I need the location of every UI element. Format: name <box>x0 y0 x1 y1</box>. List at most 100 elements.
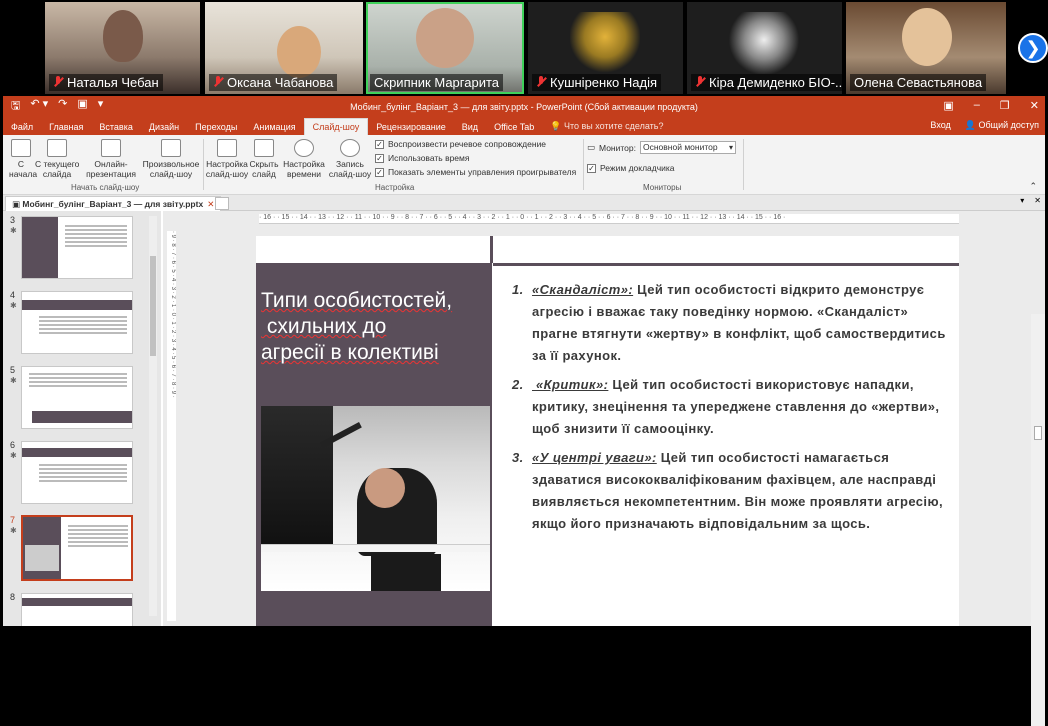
hide-slide-button[interactable]: Скрыть слайд <box>249 139 279 179</box>
checkbox-label: Воспроизвести речевое сопровождение <box>388 139 547 149</box>
custom-slideshow-button[interactable]: Произвольное слайд-шоу <box>141 139 201 179</box>
checkmark-icon: ✓ <box>587 163 596 173</box>
scrollbar-thumb[interactable] <box>150 256 156 356</box>
ribbon-display-options-icon[interactable]: ▣ <box>943 99 953 112</box>
slide-thumbnail[interactable] <box>21 291 133 354</box>
slide-number: 8 <box>10 592 16 602</box>
lightbulb-icon: 💡 <box>550 121 562 131</box>
photo-chair <box>371 554 441 591</box>
play-narrations-checkbox[interactable]: ✓ Воспроизвести речевое сопровождение <box>375 139 546 149</box>
checkbox-label: Использовать время <box>388 153 470 163</box>
powerpoint-window: 🖫 ↶ ▾ ↷ ▣ ▾ Мобинг_булінг_Варіант_3 — дл… <box>3 96 1045 726</box>
ribbon-tabs: Файл Главная Вставка Дизайн Переходы Ани… <box>3 117 1045 135</box>
slide-body-list[interactable]: 1. «Скандаліст»: Цей тип особистості відк… <box>512 279 952 542</box>
ribbon-slideshow: С начала С текущего слайда Онлайн- презе… <box>3 135 1045 195</box>
group-separator <box>743 139 744 190</box>
panel-divider <box>490 236 493 263</box>
tab-slideshow[interactable]: Слайд-шоу <box>303 118 369 135</box>
monitor-dropdown[interactable]: Основной монитор <box>640 141 736 154</box>
setup-slideshow-button[interactable]: Настройка слайд-шоу <box>205 139 249 179</box>
tab-file[interactable]: Файл <box>3 119 41 135</box>
slide-number: 5 <box>10 365 16 375</box>
list-key-term: «У центрі уваги»: <box>532 450 657 465</box>
close-icon[interactable]: ✕ <box>1030 99 1039 112</box>
checkbox-label: Режим докладчика <box>600 163 675 173</box>
record-slideshow-button[interactable]: Запись слайд-шоу <box>325 139 375 179</box>
tab-animations[interactable]: Анимация <box>245 119 303 135</box>
video-strip: Наталья Чебан Оксана Чабанова Скрипник М… <box>0 0 1048 96</box>
thumb-text <box>36 314 130 336</box>
record-icon <box>340 139 360 157</box>
group-separator <box>583 139 584 190</box>
thumbnail-scrollbar[interactable] <box>149 216 157 616</box>
window-title: Мобинг_булінг_Варіант_3 — для звіту.pptx… <box>350 101 698 112</box>
slideshow-current-icon <box>47 139 67 157</box>
thumb-header <box>32 411 132 423</box>
from-current-slide-button[interactable]: С текущего слайда <box>35 139 79 179</box>
slide-thumbnail-selected[interactable] <box>21 515 133 581</box>
video-tile-active-speaker[interactable]: Скрипник Маргарита <box>366 2 524 94</box>
tell-me-box[interactable]: 💡 Что вы хотите сделать? <box>542 118 671 135</box>
slide-number: 4 <box>10 290 16 300</box>
thumb-panel <box>22 217 58 278</box>
group-label: Настройка <box>375 183 415 192</box>
tab-menu-icon[interactable]: ▾ <box>1020 196 1024 205</box>
slide-thumbnail[interactable] <box>21 366 133 429</box>
title-line: схильних до <box>261 315 387 338</box>
participant-face <box>103 10 143 62</box>
presenter-view-checkbox[interactable]: ✓ Режим докладчика <box>587 163 675 173</box>
list-item: 1. «Скандаліст»: Цей тип особистості відк… <box>512 279 952 367</box>
animation-star-icon: ✱ <box>10 526 17 535</box>
video-tile[interactable]: Оксана Чабанова <box>205 2 363 94</box>
collapse-ribbon-icon[interactable]: ⌃ <box>1029 181 1037 192</box>
title-bar: 🖫 ↶ ▾ ↷ ▣ ▾ Мобинг_булінг_Варіант_3 — дл… <box>3 96 1045 117</box>
tab-insert[interactable]: Вставка <box>91 119 140 135</box>
slide-number: 3 <box>10 215 16 225</box>
slide-thumbnail[interactable] <box>21 216 133 279</box>
video-tile[interactable]: Кіра Демиденко БІО-... <box>687 2 842 94</box>
header-rule <box>493 263 959 266</box>
next-participants-button[interactable]: ❯ <box>1018 33 1048 63</box>
tab-design[interactable]: Дизайн <box>141 119 187 135</box>
sign-in-link[interactable]: Вход <box>930 120 950 131</box>
minimize-icon[interactable]: – <box>974 99 980 112</box>
close-all-icon[interactable]: ✕ <box>1034 196 1041 205</box>
participant-name: Наталья Чебан <box>49 74 163 91</box>
tab-office-tab[interactable]: Office Tab <box>486 119 542 135</box>
video-tile[interactable]: Кушніренко Надія <box>528 2 683 94</box>
setup-icon <box>217 139 237 157</box>
monitor-selector: ▭ Монитор: Основной монитор <box>587 141 736 154</box>
group-label: Начать слайд-шоу <box>71 183 140 192</box>
tab-view[interactable]: Вид <box>454 119 486 135</box>
tab-review[interactable]: Рецензирование <box>368 119 454 135</box>
tab-scroll-controls: ▾ ✕ <box>1020 196 1041 205</box>
slide-canvas[interactable]: Типи особистостей, схильних до агресії в… <box>256 236 959 626</box>
video-tile[interactable]: Наталья Чебан <box>45 2 200 94</box>
show-media-controls-checkbox[interactable]: ✓ Показать элементы управления проигрыват… <box>375 167 576 177</box>
tab-transitions[interactable]: Переходы <box>187 119 245 135</box>
participant-name: Кушніренко Надія <box>532 74 662 91</box>
slide-thumbnail[interactable] <box>21 593 133 626</box>
editor-scrollbar[interactable] <box>1031 314 1045 726</box>
list-number: 3. <box>512 450 524 465</box>
from-beginning-button[interactable]: С начала <box>9 139 37 179</box>
document-tab[interactable]: ▣ Мобинг_булінг_Варіант_3 — для звіту.pp… <box>5 196 222 211</box>
share-button[interactable]: 👤 Общий доступ <box>965 120 1039 131</box>
slide-photo[interactable] <box>261 406 490 591</box>
tab-home[interactable]: Главная <box>41 119 91 135</box>
rehearse-timings-button[interactable]: Настройка времени <box>283 139 325 179</box>
slide-title[interactable]: Типи особистостей, схильних до агресії в… <box>261 288 489 366</box>
close-tab-icon[interactable]: ✕ <box>207 199 214 209</box>
presentation-icon: ▣ <box>12 199 21 209</box>
animation-star-icon: ✱ <box>10 376 17 385</box>
maximize-icon[interactable]: ❐ <box>1000 99 1010 112</box>
horizontal-ruler: · 16 · · 15 · · 14 · · 13 · · 12 · · 11 … <box>259 214 959 224</box>
new-tab-button[interactable] <box>215 197 229 210</box>
thumb-photo <box>25 545 59 571</box>
slide-thumbnail[interactable] <box>21 441 133 504</box>
use-timings-checkbox[interactable]: ✓ Использовать время <box>375 153 469 163</box>
present-online-button[interactable]: Онлайн- презентация <box>83 139 139 179</box>
scrollbar-thumb[interactable] <box>1034 426 1042 440</box>
video-tile[interactable]: Олена Севастьянова <box>846 2 1006 94</box>
participant-name: Кіра Демиденко БІО-... <box>691 74 842 91</box>
